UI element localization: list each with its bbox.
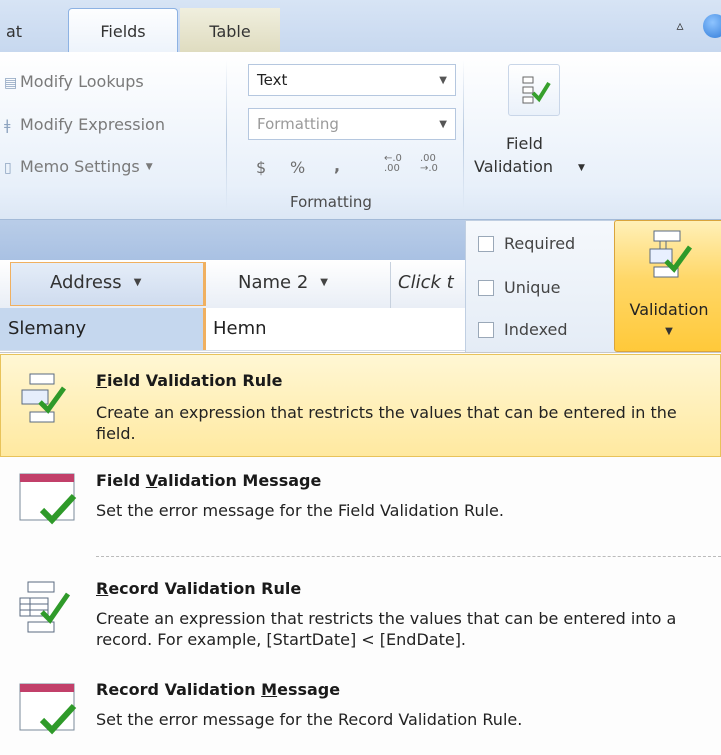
checkbox-box[interactable] [478, 235, 494, 252]
chevron-down-icon: ▼ [439, 118, 447, 130]
column-header-label: Click t [398, 272, 454, 293]
required-checkbox[interactable]: Required [478, 234, 575, 253]
chevron-down-icon: ▼ [145, 161, 153, 172]
field-validation-label-line2: Validation [474, 157, 554, 176]
menu-item-description: Set the error message for the Field Vali… [96, 501, 504, 520]
title-text: ield Validation Rule [106, 371, 283, 390]
percent-format-button[interactable]: % [290, 158, 305, 177]
tab-fields[interactable]: Fields [68, 8, 178, 53]
unique-checkbox[interactable]: Unique [478, 278, 560, 297]
column-header-click-to-add[interactable]: Click t [398, 272, 454, 293]
column-header-label: Address [50, 272, 122, 293]
menu-item-record-validation-message[interactable]: Record Validation Message [96, 680, 340, 699]
menu-separator [96, 556, 721, 557]
modify-expression-button[interactable]: ǂ Modify Expression [4, 115, 165, 134]
ribbon-separator [463, 60, 464, 210]
access-key: F [96, 371, 107, 390]
validation-label: Validation [629, 300, 709, 319]
field-validation-message-icon [19, 473, 77, 525]
title-text: Record Validation [96, 680, 262, 699]
menu-item-title: Field Validation Rule [96, 371, 282, 390]
menu-item-description: Set the error message for the Record Val… [96, 710, 523, 729]
indexed-label: Indexed [504, 320, 568, 339]
modify-lookups-button[interactable]: ▤ Modify Lookups [4, 72, 144, 91]
title-text: Field [96, 471, 146, 490]
memo-settings-button[interactable]: ▯ Memo Settings ▼ [4, 157, 153, 176]
chevron-down-icon: ▼ [439, 74, 447, 86]
title-text: essage [277, 680, 341, 699]
table-cell-address[interactable]: Slemany [8, 318, 86, 339]
access-key: R [96, 579, 109, 598]
record-validation-rule-icon [19, 581, 71, 633]
menu-item-description: Create an expression that restricts the … [96, 403, 677, 443]
field-validation-label-line1: Field [506, 134, 543, 153]
menu-item-field-validation-message[interactable]: Field Validation Message [96, 471, 321, 490]
data-type-value: Text [257, 71, 288, 89]
validation-icon [649, 230, 693, 278]
title-text: ecord Validation Rule [108, 579, 302, 598]
expression-icon: ǂ [4, 117, 11, 134]
data-type-select[interactable]: Text ▼ [248, 64, 456, 96]
table-tab-strip [0, 220, 465, 260]
lookup-icon: ▤ [4, 74, 18, 91]
format-placeholder: Formatting [257, 115, 339, 133]
formatting-group-label: Formatting [290, 193, 372, 211]
access-key: V [145, 471, 158, 490]
tab-table[interactable]: Table [180, 10, 280, 52]
column-header-label: Name 2 [238, 272, 309, 293]
ribbon-separator [226, 60, 227, 210]
field-validation-icon [508, 64, 560, 116]
checkbox-box[interactable] [478, 321, 494, 338]
indexed-checkbox[interactable]: Indexed [478, 320, 568, 339]
modify-lookups-label: Modify Lookups [20, 72, 144, 91]
checkbox-box[interactable] [478, 279, 494, 296]
column-header-address[interactable]: Address ▼ [50, 272, 141, 293]
chevron-down-icon[interactable]: ▼ [320, 277, 328, 288]
tab-format[interactable]: at [0, 10, 68, 52]
increase-decimals-button[interactable]: ←.0 .00 [384, 154, 408, 174]
column-header-name2[interactable]: Name 2 ▼ [238, 272, 328, 293]
unique-label: Unique [504, 278, 561, 297]
comma-format-button[interactable]: , [334, 156, 340, 175]
decrease-decimals-button[interactable]: .00 →.0 [420, 154, 444, 174]
memo-settings-label: Memo Settings [20, 157, 140, 176]
menu-item-record-validation-rule[interactable]: Record Validation Rule [96, 579, 301, 598]
field-validation-rule-icon [21, 373, 67, 423]
menu-item-description: Create an expression that restricts the … [96, 609, 677, 649]
collapse-ribbon-icon[interactable]: ▵ [671, 17, 689, 35]
memo-icon: ▯ [4, 159, 12, 176]
currency-format-button[interactable]: $ [256, 158, 266, 177]
required-label: Required [504, 234, 576, 253]
help-icon[interactable] [703, 14, 721, 38]
chevron-down-icon[interactable]: ▼ [134, 277, 142, 288]
record-validation-message-icon [19, 683, 77, 735]
format-select[interactable]: Formatting ▼ [248, 108, 456, 140]
title-text: alidation Message [157, 471, 322, 490]
modify-expression-label: Modify Expression [20, 115, 165, 134]
table-cell-name2[interactable]: Hemn [213, 318, 267, 339]
chevron-down-icon: ▼ [665, 326, 673, 337]
access-key: M [261, 680, 278, 699]
chevron-down-icon: ▼ [578, 163, 585, 173]
